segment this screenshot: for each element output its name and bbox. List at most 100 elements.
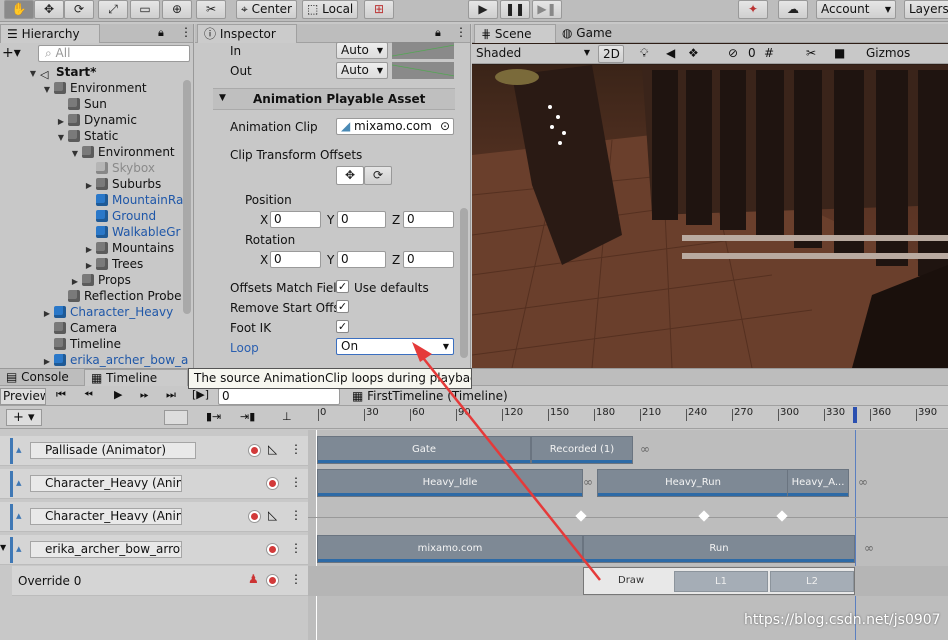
hand-tool-button[interactable]: ✋ bbox=[4, 0, 34, 19]
hierarchy-item[interactable]: ▶ Mountains bbox=[84, 240, 174, 256]
track-erika[interactable]: ▼ ▴ erika_archer_bow_arrow ⋮ bbox=[0, 535, 308, 565]
loop-play-button[interactable]: [▶] bbox=[192, 388, 209, 401]
clip-heavy-run[interactable]: Heavy_Run bbox=[597, 469, 789, 497]
tab-hierarchy[interactable]: ☰ Hierarchy bbox=[0, 24, 100, 43]
rect-tool-button[interactable]: ▭ bbox=[130, 0, 160, 19]
pause-button[interactable]: ❚❚ bbox=[500, 0, 530, 19]
track-pallisade[interactable]: ▴ Pallisade (Animator) ◺ ⋮ bbox=[0, 436, 308, 466]
position-y-field[interactable]: 0 bbox=[337, 211, 386, 228]
keyframe[interactable] bbox=[575, 510, 587, 522]
record-button[interactable] bbox=[266, 477, 279, 490]
go-first-button[interactable]: ⏮ bbox=[56, 388, 66, 402]
position-x-field[interactable]: 0 bbox=[270, 211, 321, 228]
hidden-objects-icon[interactable]: ⊘ bbox=[728, 46, 738, 60]
clip-draw[interactable]: Draw L1 L2 bbox=[583, 567, 855, 595]
pin-icon[interactable]: ⊥ bbox=[282, 410, 292, 423]
hierarchy-item[interactable]: Reflection Probe bbox=[56, 288, 182, 304]
account-dropdown[interactable]: Account ▼ bbox=[816, 0, 896, 19]
timeline-play-button[interactable]: ▶ bbox=[114, 388, 122, 401]
ripple-icon[interactable]: ⇥▮ bbox=[240, 410, 255, 423]
hierarchy-item[interactable]: ▶ Character_Heavy bbox=[42, 304, 173, 320]
hierarchy-item[interactable]: ▶ Trees bbox=[84, 256, 143, 272]
lighting-icon[interactable]: 💡︎ bbox=[640, 46, 648, 61]
clip-recorded[interactable]: Recorded (1) bbox=[531, 436, 633, 464]
curves-icon[interactable]: ◺ bbox=[268, 442, 277, 456]
hierarchy-item[interactable]: ▶ Suburbs bbox=[84, 176, 161, 192]
hierarchy-item[interactable]: ▼ Static bbox=[56, 128, 118, 144]
record-button[interactable] bbox=[266, 543, 279, 556]
go-last-button[interactable]: ⏭ bbox=[166, 388, 176, 402]
create-button[interactable]: +▾ bbox=[2, 45, 21, 61]
record-button[interactable] bbox=[266, 574, 279, 587]
play-button[interactable]: ▶ bbox=[468, 0, 498, 19]
lock-icon[interactable]: 🔒︎ bbox=[158, 26, 164, 40]
record-button[interactable] bbox=[248, 510, 261, 523]
chevron-right-icon[interactable]: ▶ bbox=[42, 354, 52, 368]
keyframe[interactable] bbox=[698, 510, 710, 522]
layers-dropdown[interactable]: Layers bbox=[904, 0, 948, 19]
effects-icon[interactable]: ❖ bbox=[688, 46, 699, 60]
hierarchy-scrollbar[interactable] bbox=[183, 80, 191, 314]
hierarchy-item[interactable]: ▶ Dynamic bbox=[56, 112, 137, 128]
grid-icon[interactable]: # bbox=[764, 46, 774, 60]
tab-game[interactable]: ◍ Game bbox=[556, 24, 618, 43]
track-menu-icon[interactable]: ⋮ bbox=[290, 442, 302, 456]
rotate-tool-button[interactable]: ⟳ bbox=[64, 0, 94, 19]
track-menu-icon[interactable]: ⋮ bbox=[290, 508, 302, 522]
chevron-down-icon[interactable]: ▼ bbox=[42, 82, 52, 98]
scene-viewport[interactable] bbox=[472, 65, 948, 368]
add-track-button[interactable]: + ▾ bbox=[6, 409, 42, 426]
hierarchy-search-input[interactable]: ⌕ All bbox=[38, 45, 190, 62]
timeline-ruler[interactable]: 0 30 60 90 120 150 180 210 240 270 300 330 360 390 bbox=[308, 407, 948, 429]
next-frame-button[interactable]: ⏩︎ bbox=[140, 388, 149, 402]
tab-inspector[interactable]: ⓘ Inspector bbox=[197, 24, 297, 43]
rotation-z-field[interactable]: 0 bbox=[403, 251, 454, 268]
loop-dropdown[interactable]: On bbox=[336, 338, 454, 355]
track-override[interactable]: Override 0 ♟ ⋮ bbox=[12, 566, 308, 596]
clip-heavy-idle[interactable]: Heavy_Idle bbox=[317, 469, 583, 497]
section-header[interactable]: ▼ Animation Playable Asset bbox=[213, 88, 455, 110]
pivot-local-toggle[interactable]: ⬚ Local bbox=[302, 0, 359, 19]
rotation-x-field[interactable]: 0 bbox=[270, 251, 321, 268]
clip-gate[interactable]: Gate bbox=[317, 436, 531, 464]
collapse-arrow-icon[interactable]: ▼ bbox=[0, 543, 6, 552]
clip-l1[interactable]: L1 bbox=[674, 571, 768, 592]
move-offset-button[interactable]: ✥ bbox=[336, 166, 364, 185]
hierarchy-item[interactable]: MountainRa bbox=[84, 192, 183, 208]
animation-clip-field[interactable]: ◢ mixamo.com ⊙ bbox=[336, 118, 454, 135]
lock-icon[interactable]: 🔒︎ bbox=[435, 26, 441, 40]
hierarchy-item[interactable]: Camera bbox=[42, 320, 117, 336]
move-tool-button[interactable]: ✥ bbox=[34, 0, 64, 19]
hierarchy-item[interactable]: Ground bbox=[84, 208, 156, 224]
rotate-offset-button[interactable]: ⟳ bbox=[364, 166, 392, 185]
hierarchy-item[interactable]: Skybox bbox=[84, 160, 155, 176]
timeline-asset-breadcrumb[interactable]: ▦ FirstTimeline (Timeline) bbox=[352, 389, 508, 403]
track-character-heavy-2[interactable]: ▴ Character_Heavy (Anim ◺ ⋮ bbox=[0, 502, 308, 532]
clip-run[interactable]: Run bbox=[583, 535, 855, 563]
remove-start-offset-checkbox[interactable]: ✓ bbox=[336, 300, 349, 313]
curves-toggle-icon[interactable] bbox=[164, 410, 188, 425]
pivot-center-toggle[interactable]: ⌖ Center bbox=[236, 0, 297, 19]
gizmos-dropdown[interactable]: Gizmos bbox=[866, 46, 910, 60]
foot-ik-checkbox[interactable]: ✓ bbox=[336, 320, 349, 333]
hierarchy-item[interactable]: Sun bbox=[56, 96, 107, 112]
transform-tool-button[interactable]: ⊕ bbox=[162, 0, 192, 19]
tab-console[interactable]: ▤ Console bbox=[0, 369, 75, 386]
audio-icon[interactable]: ◀︎ bbox=[666, 46, 675, 60]
hierarchy-item[interactable]: ▼ Environment bbox=[42, 80, 147, 96]
shading-mode-dropdown[interactable]: Shaded ▼ bbox=[476, 46, 592, 60]
keyframe[interactable] bbox=[776, 510, 788, 522]
snap-button[interactable]: ⊞ bbox=[364, 0, 394, 19]
collab-button[interactable]: ✦ bbox=[738, 0, 768, 19]
hierarchy-item[interactable]: Timeline bbox=[42, 336, 121, 352]
hierarchy-item[interactable]: WalkableGr bbox=[84, 224, 180, 240]
custom-tool-button[interactable]: ✂ bbox=[196, 0, 226, 19]
track-menu-icon[interactable]: ⋮ bbox=[290, 572, 302, 586]
camera-icon[interactable]: ■ bbox=[834, 46, 845, 60]
use-defaults-checkbox[interactable]: ✓ bbox=[336, 280, 349, 293]
cloud-button[interactable]: ☁ bbox=[778, 0, 808, 19]
clip-l2[interactable]: L2 bbox=[770, 571, 854, 592]
inspector-scrollbar[interactable] bbox=[460, 208, 468, 358]
object-picker-icon[interactable]: ⊙ bbox=[440, 119, 450, 134]
clip-mixamo[interactable]: mixamo.com bbox=[317, 535, 583, 563]
